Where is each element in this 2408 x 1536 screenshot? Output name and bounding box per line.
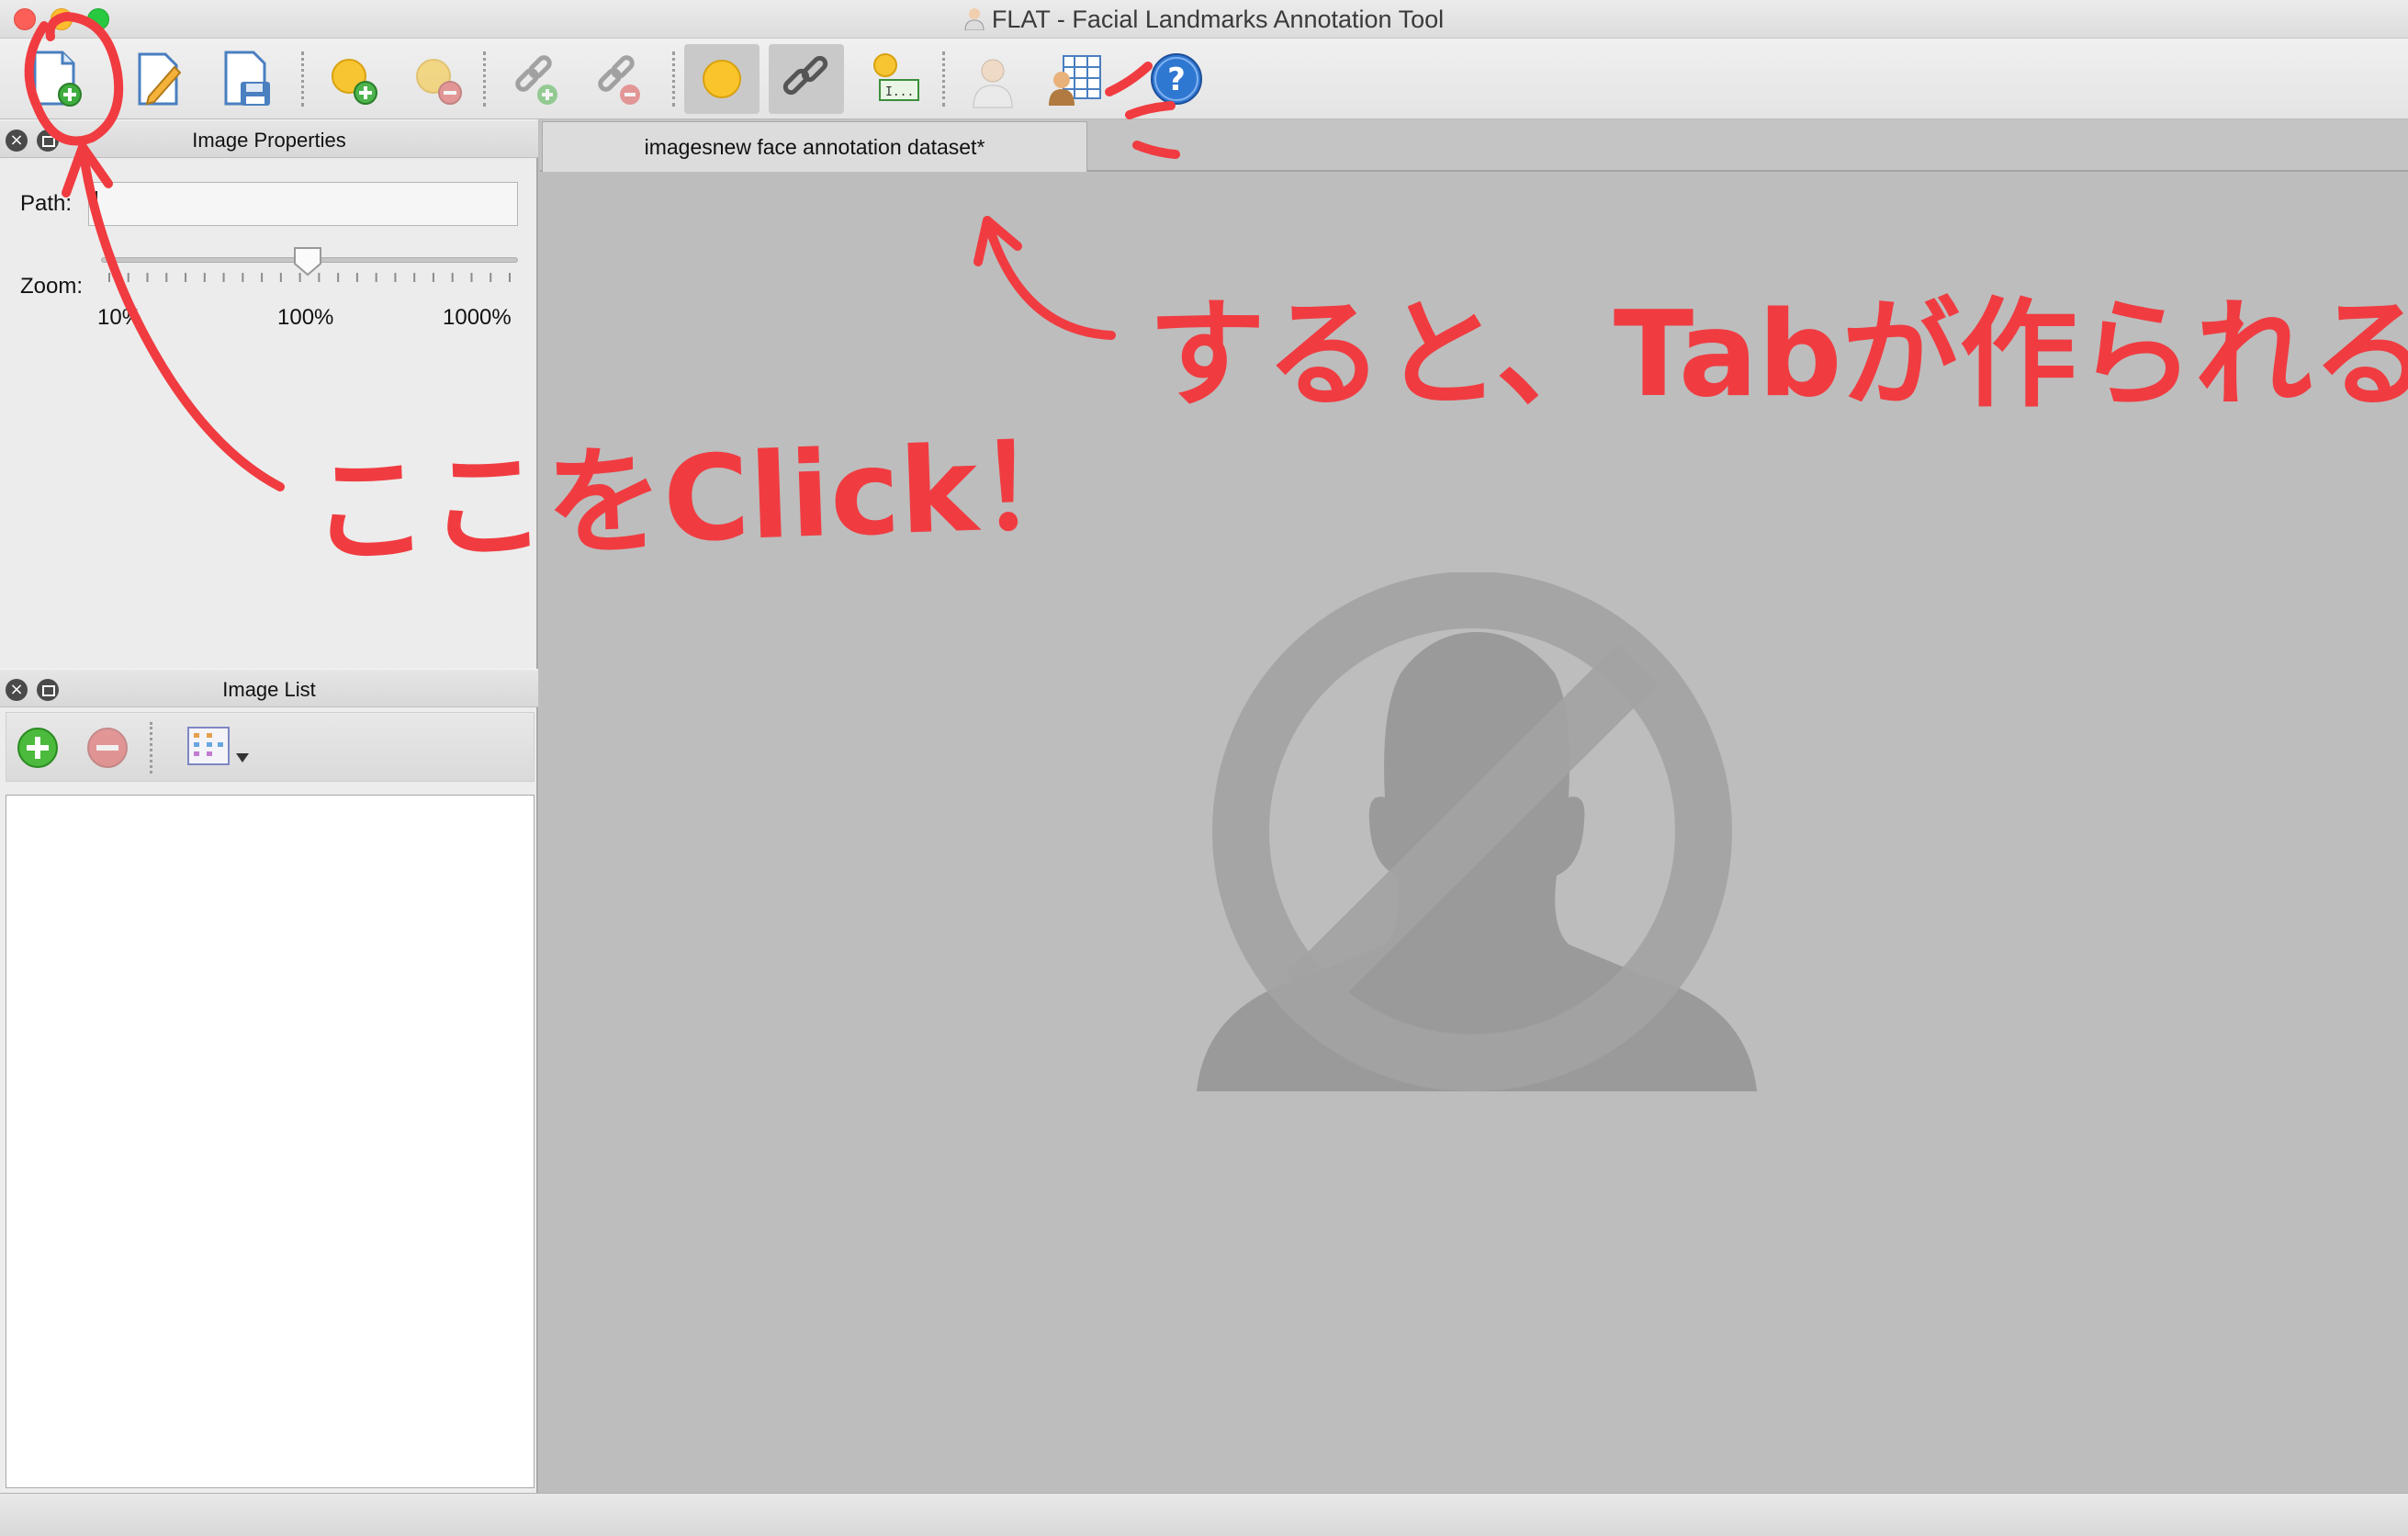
show-landmark-ids-icon: I... bbox=[873, 53, 919, 101]
add-landmark-button[interactable] bbox=[316, 44, 391, 114]
remove-landmark-icon bbox=[416, 59, 462, 105]
image-list-header: × Image List bbox=[0, 669, 538, 707]
zoom-tick-max: 1000% bbox=[443, 305, 512, 330]
show-landmarks-icon bbox=[703, 60, 741, 98]
properties-table-button[interactable] bbox=[1038, 44, 1113, 114]
edit-dataset-button[interactable] bbox=[121, 44, 197, 114]
remove-image-icon[interactable] bbox=[85, 726, 129, 770]
app-person-icon bbox=[964, 8, 985, 30]
save-dataset-icon bbox=[224, 51, 270, 106]
help-icon: ? bbox=[1151, 53, 1202, 105]
remove-landmark-button[interactable] bbox=[400, 44, 476, 114]
add-landmark-icon bbox=[332, 59, 377, 105]
path-input[interactable] bbox=[88, 182, 518, 226]
save-dataset-button[interactable] bbox=[209, 44, 285, 114]
main-toolbar: I... ? bbox=[0, 39, 2408, 119]
zoom-slider-ticks bbox=[108, 273, 511, 282]
zoom-label: Zoom: bbox=[20, 274, 84, 299]
window-title-area: FLAT - Facial Landmarks Annotation Tool bbox=[0, 6, 2408, 34]
show-connections-icon bbox=[782, 55, 828, 96]
svg-text:?: ? bbox=[1167, 62, 1186, 98]
view-mode-icon[interactable] bbox=[185, 724, 256, 774]
zoom-slider-thumb[interactable] bbox=[292, 245, 323, 277]
image-canvas[interactable] bbox=[540, 173, 2408, 1493]
toolbar-separator bbox=[150, 722, 152, 774]
text-caret bbox=[96, 191, 97, 217]
show-landmark-ids-button[interactable]: I... bbox=[858, 44, 933, 114]
show-connections-button[interactable] bbox=[769, 44, 844, 114]
toolbar-separator bbox=[301, 51, 304, 107]
image-properties-header: × Image Properties bbox=[0, 119, 538, 158]
svg-text:I...: I... bbox=[885, 85, 914, 99]
image-list-box[interactable] bbox=[6, 795, 534, 1488]
remove-connection-icon bbox=[598, 55, 640, 105]
face-fit-icon bbox=[973, 59, 1013, 108]
toolbar-separator bbox=[672, 51, 675, 107]
zoom-tick-mid: 100% bbox=[277, 305, 334, 330]
dataset-tab-bar: imagesnew face annotation dataset* bbox=[540, 119, 2408, 172]
show-landmarks-button[interactable] bbox=[684, 44, 760, 114]
new-dataset-icon bbox=[33, 51, 82, 107]
image-properties-title: Image Properties bbox=[192, 129, 346, 152]
image-list-title: Image List bbox=[222, 678, 316, 701]
add-image-icon[interactable] bbox=[16, 726, 60, 770]
tab-dataset[interactable]: imagesnew face annotation dataset* bbox=[542, 121, 1087, 172]
face-fit-button[interactable] bbox=[955, 44, 1030, 114]
path-label: Path: bbox=[20, 191, 73, 216]
window-title: FLAT - Facial Landmarks Annotation Tool bbox=[991, 6, 1445, 33]
toolbar-separator bbox=[483, 51, 486, 107]
properties-table-icon bbox=[1049, 55, 1101, 106]
new-dataset-button[interactable] bbox=[18, 44, 94, 114]
add-connection-button[interactable] bbox=[498, 44, 573, 114]
remove-connection-button[interactable] bbox=[580, 44, 656, 114]
left-dock-panel: × Image Properties Path: Zoom: 10% 100% … bbox=[0, 119, 538, 1493]
add-connection-icon bbox=[515, 55, 557, 105]
edit-dataset-icon bbox=[138, 52, 182, 106]
no-face-placeholder-icon bbox=[1197, 572, 1757, 1091]
image-list-toolbar bbox=[6, 712, 534, 782]
toolbar-separator bbox=[942, 51, 945, 107]
zoom-tick-min: 10% bbox=[97, 305, 142, 330]
title-bar: FLAT - Facial Landmarks Annotation Tool bbox=[0, 0, 2408, 39]
status-bar bbox=[0, 1493, 2408, 1536]
help-button[interactable]: ? bbox=[1139, 44, 1214, 114]
